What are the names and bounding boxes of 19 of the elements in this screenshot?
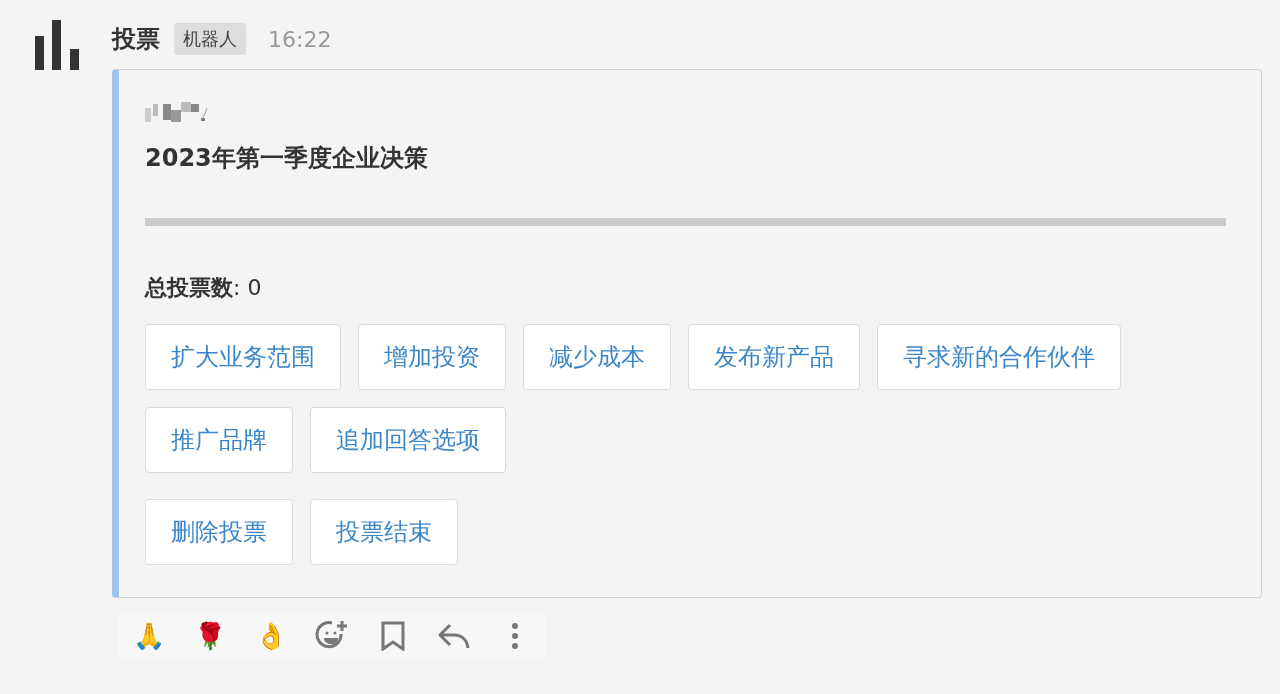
bar-chart-icon — [35, 20, 80, 70]
bookmark-icon[interactable] — [380, 621, 407, 651]
bot-badge: 机器人 — [174, 23, 246, 55]
option-button[interactable]: 增加投资 — [358, 324, 506, 390]
option-button[interactable]: 寻求新的合作伙伴 — [877, 324, 1121, 390]
option-button[interactable]: 发布新产品 — [688, 324, 860, 390]
add-option-button[interactable]: 追加回答选项 — [310, 407, 506, 473]
reaction-emoji[interactable]: 🌹 — [193, 623, 226, 649]
total-votes: 总投票数: 0 — [145, 274, 263, 302]
option-button[interactable]: 扩大业务范围 — [145, 324, 341, 390]
option-button[interactable]: 推广品牌 — [145, 407, 293, 473]
action-button[interactable]: 投票结束 — [310, 499, 458, 565]
poll-title: 2023年第一季度企业决策 — [145, 143, 429, 174]
action-button[interactable]: 删除投票 — [145, 499, 293, 565]
reply-icon[interactable] — [437, 622, 472, 650]
option-button[interactable]: 减少成本 — [523, 324, 671, 390]
more-icon[interactable] — [511, 622, 520, 650]
sender-name: 投票 — [112, 24, 160, 55]
timestamp: 16:22 — [268, 26, 332, 52]
